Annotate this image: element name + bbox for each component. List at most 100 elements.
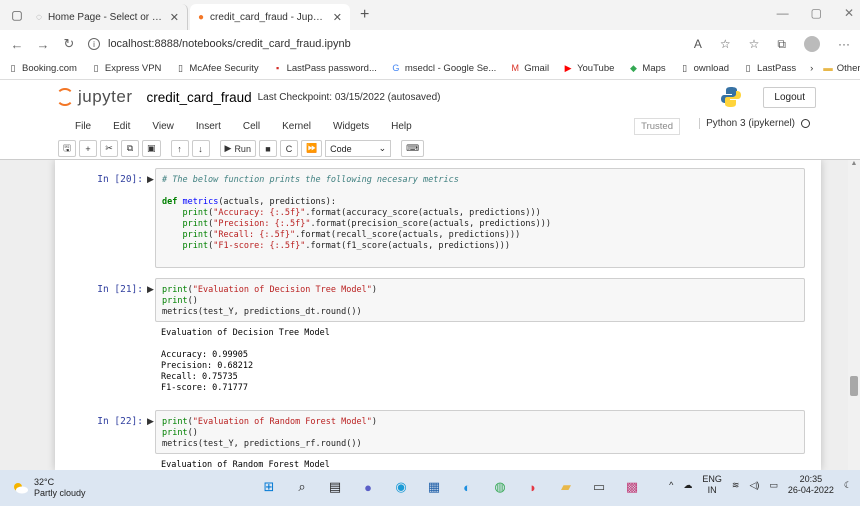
language-indicator[interactable]: ENG IN: [702, 474, 722, 496]
search-icon[interactable]: ⌕: [291, 476, 313, 498]
interrupt-button[interactable]: ■: [258, 140, 277, 157]
collections-icon[interactable]: ⧉: [777, 37, 786, 52]
page-icon: ▯: [682, 63, 688, 73]
menu-insert[interactable]: Insert: [185, 121, 232, 132]
cell-input[interactable]: # The below function prints the followin…: [155, 168, 805, 268]
jupyter-logo[interactable]: jupyter: [56, 87, 133, 107]
insert-cell-button[interactable]: +: [79, 140, 97, 157]
pocket-icon[interactable]: ◗: [522, 476, 544, 498]
bookmark-item[interactable]: ▶ YouTube: [563, 63, 615, 74]
move-up-button[interactable]: ↑: [170, 140, 189, 157]
task-view-icon[interactable]: ▤: [324, 476, 346, 498]
bookmark-item[interactable]: ◆ Maps: [628, 63, 666, 74]
tab-home-page[interactable]: ◌ Home Page - Select or create a n ✕: [28, 4, 188, 30]
store-icon[interactable]: ▦: [423, 476, 445, 498]
run-cell-icon[interactable]: ▶: [147, 174, 154, 185]
weather-widget[interactable]: 32°C Partly cloudy: [0, 477, 200, 499]
wifi-icon[interactable]: ≋: [732, 480, 740, 491]
window-close-icon[interactable]: ✕: [844, 6, 854, 20]
cell-type-select[interactable]: Code ⌄: [325, 140, 392, 157]
reload-icon[interactable]: ↻: [62, 36, 76, 52]
run-cell-icon[interactable]: ▶: [147, 416, 154, 427]
menu-cell[interactable]: Cell: [232, 121, 271, 132]
cell-input[interactable]: print("Evaluation of Decision Tree Model…: [155, 278, 805, 322]
command-palette-button[interactable]: ⌨: [401, 140, 425, 157]
minimize-icon[interactable]: —: [777, 6, 789, 20]
clock[interactable]: 20:35 26-04-2022: [788, 474, 834, 496]
close-icon[interactable]: ✕: [333, 11, 342, 24]
bookmark-item[interactable]: ▯ McAfee Security: [175, 63, 259, 74]
forward-icon[interactable]: →: [36, 37, 50, 52]
menu-help[interactable]: Help: [380, 121, 423, 132]
bookmark-item[interactable]: ▪ LastPass password...: [273, 63, 377, 74]
menu-view[interactable]: View: [141, 121, 185, 132]
logout-button[interactable]: Logout: [763, 87, 816, 108]
other-favorites[interactable]: ▬ Other favorites: [823, 63, 860, 74]
bookmark-item[interactable]: Gmsedcl - Google Se...: [391, 63, 496, 74]
notifications-icon[interactable]: ☾: [844, 480, 852, 491]
copy-button[interactable]: ⧉: [121, 140, 139, 157]
bookmark-item[interactable]: ▯ Booking.com: [8, 63, 77, 74]
lastpass-icon: ▪: [275, 63, 280, 73]
more-icon[interactable]: ···: [838, 37, 850, 51]
close-icon[interactable]: ✕: [170, 11, 179, 24]
cloud-icon[interactable]: ☁: [683, 480, 692, 491]
profile-avatar[interactable]: [804, 36, 820, 52]
bookmark-item[interactable]: ▯ LastPass: [743, 63, 797, 74]
chevron-right-icon[interactable]: ›: [810, 63, 813, 74]
notebook-area: In [20]: ▶ # The below function prints t…: [0, 160, 860, 470]
keyboard-icon: ⌨: [406, 143, 420, 153]
chrome-icon[interactable]: ◍: [489, 476, 511, 498]
bookmark-item[interactable]: ▯ Express VPN: [91, 63, 161, 74]
menu-kernel[interactable]: Kernel: [271, 121, 322, 132]
page-icon: ▯: [10, 63, 16, 73]
notebook-name[interactable]: credit_card_fraud: [147, 90, 252, 105]
code-cell[interactable]: In [22]: ▶ print("Evaluation of Random F…: [75, 410, 805, 470]
info-icon[interactable]: i: [88, 38, 100, 50]
photos-icon[interactable]: ◐: [456, 476, 478, 498]
volume-icon[interactable]: ◁): [749, 480, 759, 491]
kernel-indicator[interactable]: Python 3 (ipykernel): [699, 118, 810, 129]
code-cell[interactable]: In [21]: ▶ print("Evaluation of Decision…: [75, 278, 805, 398]
app-icon[interactable]: ▩: [621, 476, 643, 498]
menu-file[interactable]: File: [64, 121, 102, 132]
scroll-up-icon[interactable]: ▲: [848, 160, 860, 170]
cut-button[interactable]: ✂: [100, 140, 118, 157]
new-tab-icon[interactable]: +: [360, 6, 369, 24]
jupyter-logo-icon: [56, 88, 74, 106]
menu-edit[interactable]: Edit: [102, 121, 141, 132]
code-cell[interactable]: In [20]: ▶ # The below function prints t…: [75, 168, 805, 268]
add-favorite-icon[interactable]: ☆: [720, 37, 731, 51]
chat-icon[interactable]: ●: [357, 476, 379, 498]
trusted-badge[interactable]: Trusted: [634, 118, 680, 135]
tab-jupyter-notebook[interactable]: ● credit_card_fraud - Jupyter Note ✕: [190, 4, 350, 30]
restart-run-all-button[interactable]: ⏩: [300, 140, 323, 157]
page-icon: ▯: [177, 63, 183, 73]
menu-widgets[interactable]: Widgets: [322, 121, 380, 132]
bookmark-item[interactable]: M Gmail: [510, 63, 550, 74]
chevron-up-icon[interactable]: ^: [669, 480, 673, 490]
run-cell-icon[interactable]: ▶: [147, 284, 154, 295]
favorites-icon[interactable]: ☆: [749, 37, 760, 51]
paste-button[interactable]: ▣: [142, 140, 161, 157]
read-aloud-icon[interactable]: A: [694, 37, 702, 51]
vertical-scrollbar[interactable]: ▲: [848, 160, 860, 470]
cell-input[interactable]: print("Evaluation of Random Forest Model…: [155, 410, 805, 454]
url-field[interactable]: i localhost:8888/notebooks/credit_card_f…: [88, 38, 682, 50]
url-text: localhost:8888/notebooks/credit_card_fra…: [108, 38, 351, 50]
tab-actions-icon[interactable]: ▢: [6, 4, 28, 26]
move-down-button[interactable]: ↓: [191, 140, 210, 157]
save-icon: 🖫: [63, 142, 71, 153]
run-button[interactable]: ▶ Run: [219, 140, 256, 157]
battery-icon[interactable]: ▭: [769, 480, 778, 491]
maximize-icon[interactable]: ▢: [811, 6, 822, 20]
save-button[interactable]: 🖫: [58, 140, 76, 157]
windows-start-icon[interactable]: ⊞: [258, 476, 280, 498]
edge-icon[interactable]: ◉: [390, 476, 412, 498]
back-icon[interactable]: ←: [10, 37, 24, 52]
bookmark-item[interactable]: ▯ ownload: [680, 63, 729, 74]
monitor-icon[interactable]: ▭: [588, 476, 610, 498]
restart-button[interactable]: C: [279, 140, 298, 157]
scrollbar-thumb[interactable]: [850, 376, 858, 396]
file-explorer-icon[interactable]: ▰: [555, 476, 577, 498]
